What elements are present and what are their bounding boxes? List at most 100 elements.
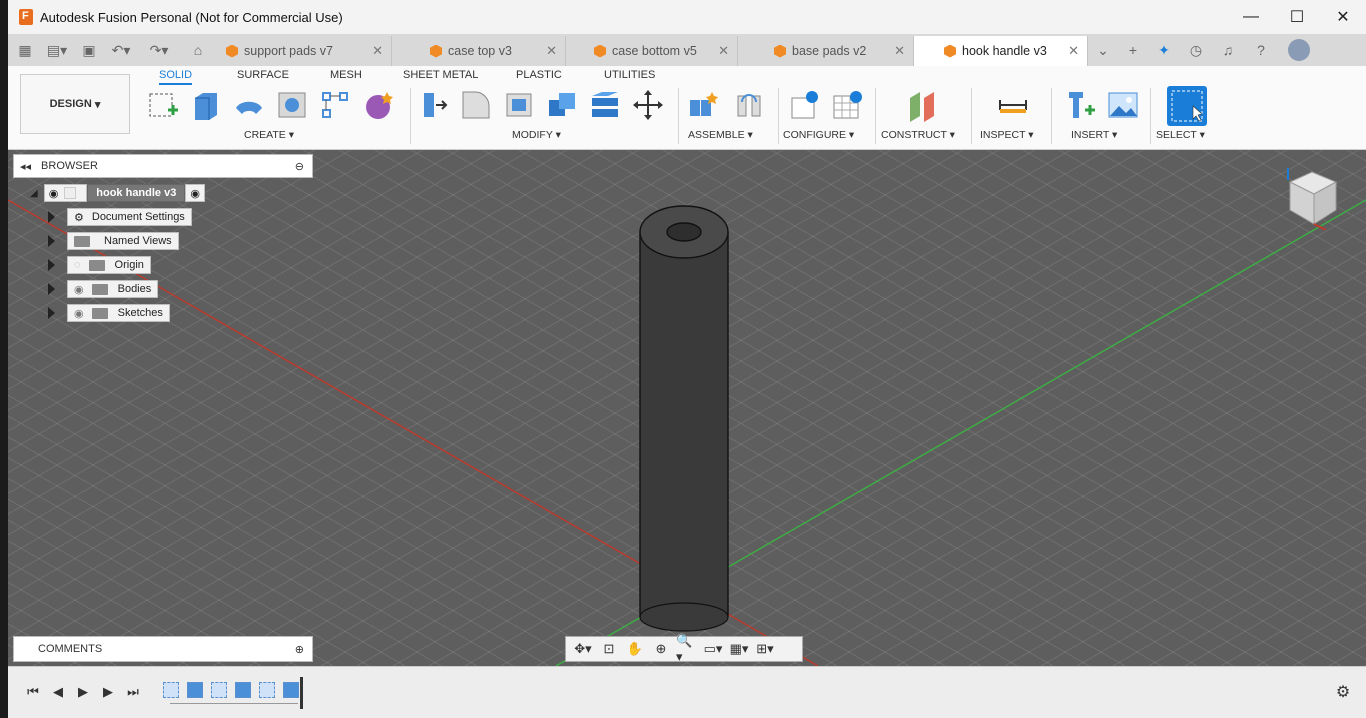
undo-icon[interactable]: ↶▾ [102,37,140,63]
tab-hook-handle[interactable]: hook handle v3 ✕ [914,36,1088,66]
3d-viewport[interactable]: ◂◂ BROWSER ⊖ ◢ ◉ hook handle v3 ◉ ⚙ Docum… [8,150,1366,666]
close-button[interactable]: ✕ [1320,0,1366,34]
close-icon[interactable]: ✕ [546,43,557,59]
tree-node-named-views[interactable]: Named Views [67,232,179,250]
joint-icon[interactable] [732,88,766,122]
tree-node-origin[interactable]: ◌ Origin [67,256,151,274]
view-cube[interactable] [1282,166,1344,231]
go-to-start-icon[interactable]: ⏮ [24,683,42,701]
timeline-sketch-feature[interactable] [259,682,275,698]
select-icon[interactable] [1167,86,1207,126]
add-comment-icon[interactable]: ⊕ [295,643,304,656]
save-icon[interactable]: ▣ [76,37,102,63]
close-icon[interactable]: ✕ [1068,43,1079,59]
press-pull-icon[interactable] [416,88,450,122]
hidden-eye-icon[interactable]: ◌ [74,259,81,271]
tab-overflow-icon[interactable]: ⌄ [1088,37,1118,63]
tree-node-bodies[interactable]: ◉ Bodies [67,280,159,298]
expand-arrow-icon[interactable] [48,235,55,247]
minimize-button[interactable]: — [1228,0,1274,34]
tab-case-top[interactable]: case top v3 ✕ [392,36,566,66]
root-component-label[interactable]: hook handle v3 [87,184,186,202]
combine-icon[interactable] [545,88,579,122]
configure-icon[interactable] [788,88,822,122]
inspect-group-label[interactable]: INSPECT ▾ [980,129,1034,141]
step-back-icon[interactable]: ◀ [49,683,67,701]
visibility-eye-icon[interactable]: ◉ [74,283,84,296]
tree-node-document-settings[interactable]: ⚙ Document Settings [67,208,192,226]
look-at-icon[interactable]: ⊡ [598,640,620,658]
app-grid-icon[interactable]: ▦ [12,37,38,63]
tree-root-row[interactable]: ◢ ◉ hook handle v3 ◉ [30,184,205,202]
expand-arrow-icon[interactable] [48,307,55,319]
expand-arrow-icon[interactable] [48,283,55,295]
rectangular-pattern-icon[interactable] [318,88,352,122]
tab-solid[interactable]: SOLID [159,69,193,85]
revolve-icon[interactable] [232,88,266,122]
tab-base-pads[interactable]: base pads v2 ✕ [738,36,914,66]
tree-row-origin[interactable]: ◌ Origin [48,256,151,274]
tab-surface[interactable]: SURFACE [237,69,289,81]
maximize-button[interactable]: ☐ [1274,0,1320,34]
tab-mesh[interactable]: MESH [330,69,362,81]
file-menu-icon[interactable]: ▤▾ [38,37,76,63]
timeline-sketch-feature[interactable] [211,682,227,698]
tab-plastic[interactable]: PLASTIC [516,69,562,81]
expand-arrow-icon[interactable] [48,259,55,271]
step-forward-icon[interactable]: ▶ [99,683,117,701]
viewports-icon[interactable]: ⊞▾ [754,640,776,658]
notifications-icon[interactable]: ♫ [1212,37,1244,63]
job-status-icon[interactable]: ◷ [1180,37,1212,63]
insert-canvas-icon[interactable] [1106,88,1140,122]
timeline-extrude-feature[interactable] [283,682,299,698]
orbit-icon[interactable]: ✥▾ [572,640,594,658]
configure-group-label[interactable]: CONFIGURE ▾ [783,129,854,141]
browser-panel-header[interactable]: ◂◂ BROWSER ⊖ [13,154,313,178]
split-body-icon[interactable] [588,88,622,122]
pan-hand-icon[interactable]: ✋ [624,640,646,658]
close-icon[interactable]: ✕ [372,43,383,59]
insert-mcmaster-icon[interactable] [1063,88,1097,122]
hole-icon[interactable] [275,88,309,122]
move-icon[interactable] [631,88,665,122]
new-tab-icon[interactable]: + [1118,37,1148,63]
visibility-eye-icon[interactable]: ◉ [49,187,59,200]
assemble-group-label[interactable]: ASSEMBLE ▾ [688,129,753,141]
extensions-icon[interactable]: ✦ [1148,37,1180,63]
avatar[interactable] [1278,37,1320,63]
tab-support-pads[interactable]: support pads v7 ✕ [218,36,392,66]
collapse-triangle-icon[interactable]: ◢ [30,188,38,199]
play-icon[interactable]: ▶ [74,683,92,701]
timeline-extrude-feature[interactable] [187,682,203,698]
timeline-settings-gear-icon[interactable]: ⚙ [1334,683,1352,701]
construct-group-label[interactable]: CONSTRUCT ▾ [881,129,955,141]
tab-sheet-metal[interactable]: SHEET METAL [403,69,478,81]
display-settings-icon[interactable]: ▭▾ [702,640,724,658]
help-icon[interactable]: ? [1244,37,1278,63]
redo-icon[interactable]: ↷▾ [140,37,178,63]
minimize-panel-icon[interactable]: ⊖ [295,160,304,173]
tab-case-bottom[interactable]: case bottom v5 ✕ [566,36,738,66]
configuration-table-icon[interactable] [830,88,864,122]
extrude-icon[interactable] [189,88,223,122]
tree-row-sketches[interactable]: ◉ Sketches [48,304,170,322]
hook-handle-body[interactable] [639,205,729,632]
modify-group-label[interactable]: MODIFY ▾ [512,129,561,141]
timeline-sketch-feature[interactable] [163,682,179,698]
go-to-end-icon[interactable]: ⏭ [124,683,142,701]
tree-row-named-views[interactable]: Named Views [48,232,179,250]
form-icon[interactable] [361,88,395,122]
close-icon[interactable]: ✕ [718,43,729,59]
zoom-icon[interactable]: 🔍▾ [676,633,698,664]
measure-icon[interactable] [996,88,1030,122]
grid-settings-icon[interactable]: ▦▾ [728,640,750,658]
select-group-label[interactable]: SELECT ▾ [1156,129,1205,141]
expand-arrow-icon[interactable] [48,211,55,223]
tree-row-bodies[interactable]: ◉ Bodies [48,280,159,298]
tab-utilities[interactable]: UTILITIES [604,69,655,81]
timeline-extrude-feature[interactable] [235,682,251,698]
tree-row-document-settings[interactable]: ⚙ Document Settings [48,208,192,226]
comments-panel[interactable]: COMMENTS ⊕ [13,636,313,662]
tree-node-root[interactable]: ◉ [43,184,88,202]
tree-node-sketches[interactable]: ◉ Sketches [67,304,170,322]
